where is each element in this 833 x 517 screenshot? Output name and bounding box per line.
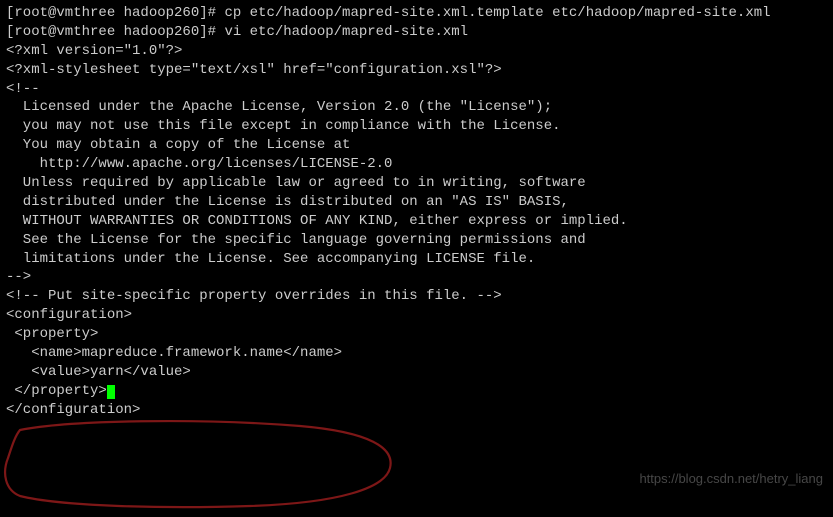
file-line: http://www.apache.org/licenses/LICENSE-2… xyxy=(6,155,827,174)
file-line: --> xyxy=(6,268,827,287)
file-line: limitations under the License. See accom… xyxy=(6,250,827,269)
watermark-text: https://blog.csdn.net/hetry_liang xyxy=(639,470,823,488)
file-line: <?xml version="1.0"?> xyxy=(6,42,827,61)
file-line: Unless required by applicable law or agr… xyxy=(6,174,827,193)
file-line-cursor: </property> xyxy=(6,382,827,401)
file-line: Licensed under the Apache License, Versi… xyxy=(6,98,827,117)
file-line: WITHOUT WARRANTIES OR CONDITIONS OF ANY … xyxy=(6,212,827,231)
shell-prompt: [root@vmthree hadoop260]# xyxy=(6,5,224,21)
shell-prompt: [root@vmthree hadoop260]# xyxy=(6,24,224,40)
hand-drawn-circle-annotation xyxy=(0,418,400,510)
file-line: <!-- xyxy=(6,80,827,99)
file-line: <?xml-stylesheet type="text/xsl" href="c… xyxy=(6,61,827,80)
file-line: <property> xyxy=(6,325,827,344)
file-line: distributed under the License is distrib… xyxy=(6,193,827,212)
file-line: </property> xyxy=(6,383,107,399)
file-line: <name>mapreduce.framework.name</name> xyxy=(6,344,827,363)
command-text: cp etc/hadoop/mapred-site.xml.template e… xyxy=(224,5,770,21)
text-cursor xyxy=(107,385,115,399)
file-line: you may not use this file except in comp… xyxy=(6,117,827,136)
file-line: <configuration> xyxy=(6,306,827,325)
file-line: <value>yarn</value> xyxy=(6,363,827,382)
file-line: You may obtain a copy of the License at xyxy=(6,136,827,155)
terminal-line-cmd2: [root@vmthree hadoop260]# vi etc/hadoop/… xyxy=(6,23,827,42)
file-line: <!-- Put site-specific property override… xyxy=(6,287,827,306)
terminal-line-cmd1: [root@vmthree hadoop260]# cp etc/hadoop/… xyxy=(6,4,827,23)
file-line: </configuration> xyxy=(6,401,827,420)
command-text: vi etc/hadoop/mapred-site.xml xyxy=(224,24,468,40)
file-line: See the License for the specific languag… xyxy=(6,231,827,250)
